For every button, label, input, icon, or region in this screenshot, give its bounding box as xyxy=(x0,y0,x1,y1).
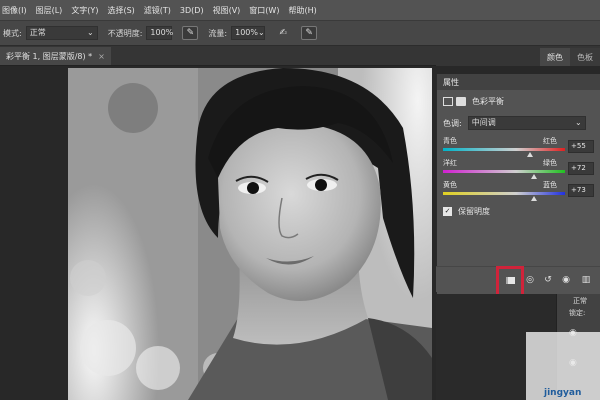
tab-color[interactable]: 颜色 xyxy=(540,48,570,66)
pressure-opacity-icon[interactable]: ✎ xyxy=(182,26,199,40)
menu-image[interactable]: 图像(I) xyxy=(2,5,27,16)
blend-mode-label[interactable]: 正常 xyxy=(573,296,587,306)
red-label: 红色 xyxy=(543,137,557,145)
opacity-field[interactable]: 100% xyxy=(146,26,174,40)
menu-3d[interactable]: 3D(D) xyxy=(180,6,204,15)
mode-dropdown[interactable]: 正常 ⌄ xyxy=(25,26,98,40)
menu-help[interactable]: 帮助(H) xyxy=(288,5,316,16)
magenta-green-thumb[interactable] xyxy=(531,174,537,179)
properties-panel: 属性 色彩平衡 色调: 中间调 ⌄ 青色 红色 +55 洋红 绿色 +72 黄色… xyxy=(436,74,600,294)
properties-title: 属性 xyxy=(443,77,459,87)
opacity-value: 100% xyxy=(150,28,174,37)
yellow-label: 黄色 xyxy=(443,181,457,189)
menu-select[interactable]: 选择(S) xyxy=(107,5,134,16)
menu-window[interactable]: 窗口(W) xyxy=(249,5,279,16)
flow-field[interactable]: 100% ⌄ xyxy=(231,26,266,40)
portrait-photo xyxy=(68,68,432,400)
document-tab-bar: 彩平衡 1, 图层蒙版/8) * × xyxy=(0,46,436,66)
cyan-label: 青色 xyxy=(443,137,457,145)
opacity-label: 不透明度: xyxy=(107,28,143,38)
preserve-checkbox[interactable]: ✓ xyxy=(443,207,452,216)
view-previous-icon[interactable]: ◎ xyxy=(524,274,536,286)
color-balance-icon xyxy=(443,97,453,106)
preserve-label: 保留明度 xyxy=(458,207,490,216)
chevron-down-icon: ⌄ xyxy=(575,118,582,127)
menu-bar: 图像(I) 图层(L) 文字(Y) 选择(S) 滤镜(T) 3D(D) 视图(V… xyxy=(0,0,600,20)
tone-row: 色调: 中间调 ⌄ xyxy=(443,116,586,130)
tone-value: 中间调 xyxy=(471,118,496,127)
menu-view[interactable]: 视图(V) xyxy=(213,5,241,16)
menu-type[interactable]: 文字(Y) xyxy=(71,5,98,16)
preserve-row: ✓ 保留明度 xyxy=(443,206,490,217)
mode-label: 模式: xyxy=(3,28,22,38)
document-tab-label: 彩平衡 1, 图层蒙版/8) * xyxy=(6,51,93,61)
close-icon[interactable]: × xyxy=(98,52,105,61)
chevron-down-icon: ⌄ xyxy=(87,28,94,37)
pressure-size-icon[interactable]: ✎ xyxy=(301,26,318,40)
adjustment-name: 色彩平衡 xyxy=(472,97,504,106)
document-canvas[interactable] xyxy=(68,68,432,400)
highlight-box xyxy=(496,266,524,297)
chevron-down-icon: ⌄ xyxy=(257,28,265,37)
flow-value: 100% xyxy=(235,28,258,37)
airbrush-icon[interactable]: ✍ xyxy=(275,26,291,40)
document-tab[interactable]: 彩平衡 1, 图层蒙版/8) * × xyxy=(0,47,111,65)
green-label: 绿色 xyxy=(543,159,557,167)
reset-icon[interactable]: ↺ xyxy=(542,274,554,286)
magenta-label: 洋红 xyxy=(443,159,457,167)
magenta-green-slider[interactable] xyxy=(443,170,565,173)
mode-value: 正常 xyxy=(29,28,46,37)
yellow-blue-thumb[interactable] xyxy=(531,196,537,201)
tab-swatches[interactable]: 色板 xyxy=(570,48,600,66)
cyan-red-value[interactable]: +55 xyxy=(568,140,594,153)
visibility-icon[interactable]: ◉ xyxy=(560,274,572,286)
yellow-blue-slider[interactable] xyxy=(443,192,565,195)
flow-label: 流量: xyxy=(208,28,228,38)
blue-label: 蓝色 xyxy=(543,181,557,189)
workspace-background xyxy=(0,66,68,400)
tone-dropdown[interactable]: 中间调 ⌄ xyxy=(467,116,586,130)
tone-label: 色调: xyxy=(443,118,462,128)
options-bar: 模式: 正常 ⌄ 不透明度: 100% ✎ 流量: 100% ⌄ ✍ ✎ xyxy=(0,20,600,46)
properties-header: 属性 xyxy=(437,74,600,90)
trash-icon[interactable]: ▥ xyxy=(580,274,592,286)
watermark-text: jingyan xyxy=(544,388,582,398)
mask-icon[interactable] xyxy=(456,97,466,106)
cyan-red-slider[interactable] xyxy=(443,148,565,151)
lock-label: 锁定: xyxy=(569,309,586,317)
menu-filter[interactable]: 滤镜(T) xyxy=(144,5,171,16)
panel-tab-bar: 颜色 色板 xyxy=(436,46,600,66)
yellow-blue-value[interactable]: +73 xyxy=(568,184,594,197)
magenta-green-value[interactable]: +72 xyxy=(568,162,594,175)
cyan-red-thumb[interactable] xyxy=(527,152,533,157)
adjustment-title-row: 色彩平衡 xyxy=(443,96,504,107)
menu-layer[interactable]: 图层(L) xyxy=(36,5,63,16)
